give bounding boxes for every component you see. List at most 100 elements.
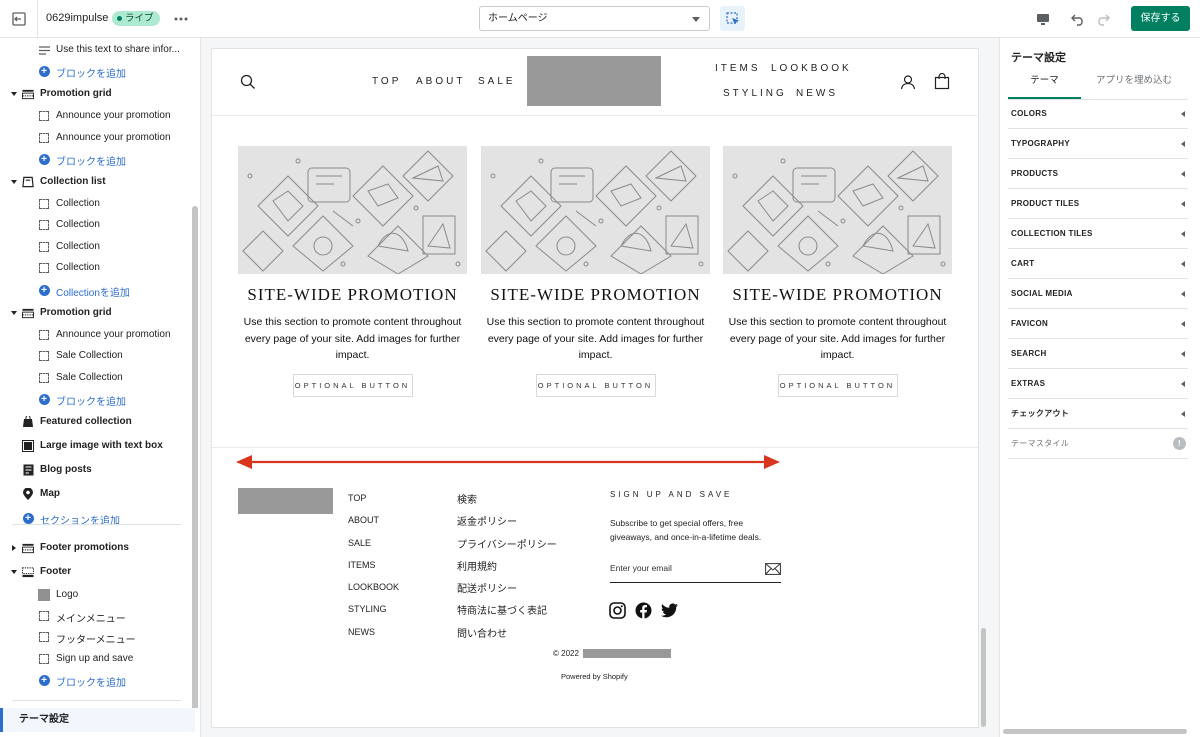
nav-link-top[interactable]: TOP xyxy=(372,76,401,87)
settings-item[interactable]: EXTRAS xyxy=(1008,369,1188,399)
section-blog-posts[interactable]: Blog posts xyxy=(0,460,186,480)
settings-item[interactable]: チェックアウト xyxy=(1008,399,1188,429)
footer-menu-link[interactable]: STYLING xyxy=(348,604,399,626)
block-item[interactable]: Collection xyxy=(0,215,186,235)
promotion-optional-button[interactable]: OPTIONAL BUTTON xyxy=(535,373,656,397)
promotion-optional-button[interactable]: OPTIONAL BUTTON xyxy=(292,373,413,397)
undo-button[interactable] xyxy=(1068,9,1088,29)
block-item[interactable]: Logo xyxy=(0,585,186,605)
footer-menu-link[interactable]: ABOUT xyxy=(348,515,399,537)
add-block-button[interactable]: + Collectionを追加 xyxy=(0,280,186,300)
settings-item[interactable]: PRODUCTS xyxy=(1008,159,1188,189)
footer-policy-link[interactable]: 特商法に基づく表記 xyxy=(457,602,557,624)
block-item[interactable]: Collection xyxy=(0,194,186,214)
chevron-right-icon[interactable] xyxy=(12,545,16,551)
footer-logo[interactable] xyxy=(238,488,333,514)
section-footer-promotions[interactable]: Footer promotions xyxy=(0,538,186,558)
add-block-button[interactable]: + ブロックを追加 xyxy=(0,670,186,690)
select-cursor-icon xyxy=(725,11,739,24)
block-item[interactable]: メインメニュー xyxy=(0,606,186,626)
settings-item[interactable]: SEARCH xyxy=(1008,339,1188,369)
email-input[interactable]: Enter your email xyxy=(610,557,781,583)
footer-menu-link[interactable]: NEWS xyxy=(348,627,399,649)
footer-menu-link[interactable]: ITEMS xyxy=(348,560,399,582)
cart-bag-icon[interactable] xyxy=(934,73,950,90)
nav-link-news[interactable]: NEWS xyxy=(796,88,838,99)
sidebar-scrollbar[interactable] xyxy=(192,206,198,736)
chevron-down-icon[interactable] xyxy=(11,92,17,96)
sections-sidebar: Use this text to share infor... + ブロックを追加 P… xyxy=(0,38,201,737)
settings-item[interactable]: CART xyxy=(1008,249,1188,279)
inspector-toggle[interactable] xyxy=(720,6,745,31)
tree-item-label: Sale Collection xyxy=(56,372,123,383)
promotion-image-placeholder xyxy=(238,146,467,274)
settings-item[interactable]: COLLECTION TILES xyxy=(1008,219,1188,249)
search-icon[interactable] xyxy=(240,74,256,90)
desktop-view-button[interactable] xyxy=(1033,9,1053,29)
chevron-down-icon[interactable] xyxy=(11,311,17,315)
block-item[interactable]: Sale Collection xyxy=(0,368,186,388)
block-item[interactable]: Collection xyxy=(0,258,186,278)
settings-item[interactable]: PRODUCT TILES xyxy=(1008,189,1188,219)
section-large-image-with-text-box[interactable]: Large image with text box xyxy=(0,436,186,456)
mail-send-icon[interactable] xyxy=(765,563,781,575)
footer-policy-link[interactable]: 検索 xyxy=(457,491,557,513)
redo-button[interactable] xyxy=(1092,9,1112,29)
settings-item[interactable]: SOCIAL MEDIA xyxy=(1008,279,1188,309)
nav-link-items[interactable]: ITEMS xyxy=(715,63,761,74)
promotion-optional-button[interactable]: OPTIONAL BUTTON xyxy=(777,373,898,397)
block-item[interactable]: Announce your promotion xyxy=(0,106,186,126)
nav-link-about[interactable]: ABOUT xyxy=(416,76,465,87)
block-item[interactable]: Use this text to share infor... xyxy=(0,40,186,60)
footer-policy-link[interactable]: 問い合わせ xyxy=(457,625,557,647)
facebook-icon[interactable] xyxy=(635,602,652,619)
add-block-button[interactable]: + ブロックを追加 xyxy=(0,149,186,169)
section-footer[interactable]: Footer xyxy=(0,562,186,582)
section-featured-collection[interactable]: Featured collection xyxy=(0,412,186,432)
settings-item[interactable]: COLORS xyxy=(1008,99,1188,129)
section-collection-list[interactable]: Collection list xyxy=(0,172,186,192)
section-promotion-grid[interactable]: Promotion grid xyxy=(0,84,186,104)
exit-button[interactable] xyxy=(0,0,38,38)
add-block-button[interactable]: + ブロックを追加 xyxy=(0,389,186,409)
section-promotion-grid[interactable]: Promotion grid xyxy=(0,303,186,323)
tab-theme[interactable]: テーマ xyxy=(1008,74,1081,99)
account-icon[interactable] xyxy=(900,74,916,90)
nav-link-styling[interactable]: STYLING xyxy=(723,88,787,99)
save-button[interactable]: 保存する xyxy=(1131,6,1190,31)
footer-policy-link[interactable]: 配送ポリシー xyxy=(457,580,557,602)
settings-item[interactable]: TYPOGRAPHY xyxy=(1008,129,1188,159)
instagram-icon[interactable] xyxy=(609,602,626,619)
theme-settings-nav[interactable]: テーマ設定 xyxy=(0,708,195,732)
footer-policy-link[interactable]: 返金ポリシー xyxy=(457,513,557,535)
settings-item[interactable]: テーマスタイル! xyxy=(1008,429,1188,459)
settings-item-label: SEARCH xyxy=(1011,349,1047,358)
block-item[interactable]: Sign up and save xyxy=(0,649,186,669)
section-map[interactable]: Map xyxy=(0,484,186,504)
add-section-button[interactable]: + セクションを追加 xyxy=(0,508,186,528)
nav-link-lookbook[interactable]: LOOKBOOK xyxy=(771,63,852,74)
settings-scrollbar[interactable] xyxy=(1003,729,1187,734)
nav-link-sale[interactable]: SALE xyxy=(478,76,516,87)
twitter-icon[interactable] xyxy=(661,603,678,618)
store-logo[interactable] xyxy=(527,56,661,106)
more-actions-button[interactable] xyxy=(172,10,190,28)
tab-app-embeds[interactable]: アプリを埋め込む xyxy=(1088,74,1180,99)
block-item[interactable]: Announce your promotion xyxy=(0,325,186,345)
block-item[interactable]: Collection xyxy=(0,237,186,257)
footer-policy-link[interactable]: プライバシーポリシー xyxy=(457,536,557,558)
page-select[interactable]: ホームページ xyxy=(479,6,710,31)
chevron-down-icon[interactable] xyxy=(11,570,17,574)
settings-item[interactable]: FAVICON xyxy=(1008,309,1188,339)
preview-scrollbar[interactable] xyxy=(981,628,986,727)
chevron-down-icon[interactable] xyxy=(11,180,17,184)
add-block-button[interactable]: + ブロックを追加 xyxy=(0,61,186,81)
footer-menu-link[interactable]: TOP xyxy=(348,493,399,515)
block-item[interactable]: フッターメニュー xyxy=(0,627,186,647)
block-item[interactable]: Announce your promotion xyxy=(0,128,186,148)
block-item[interactable]: Sale Collection xyxy=(0,346,186,366)
footer-policy-link[interactable]: 利用規約 xyxy=(457,558,557,580)
footer-menu-link[interactable]: LOOKBOOK xyxy=(348,582,399,604)
settings-item-label: PRODUCTS xyxy=(1011,169,1059,178)
footer-menu-link[interactable]: SALE xyxy=(348,538,399,560)
